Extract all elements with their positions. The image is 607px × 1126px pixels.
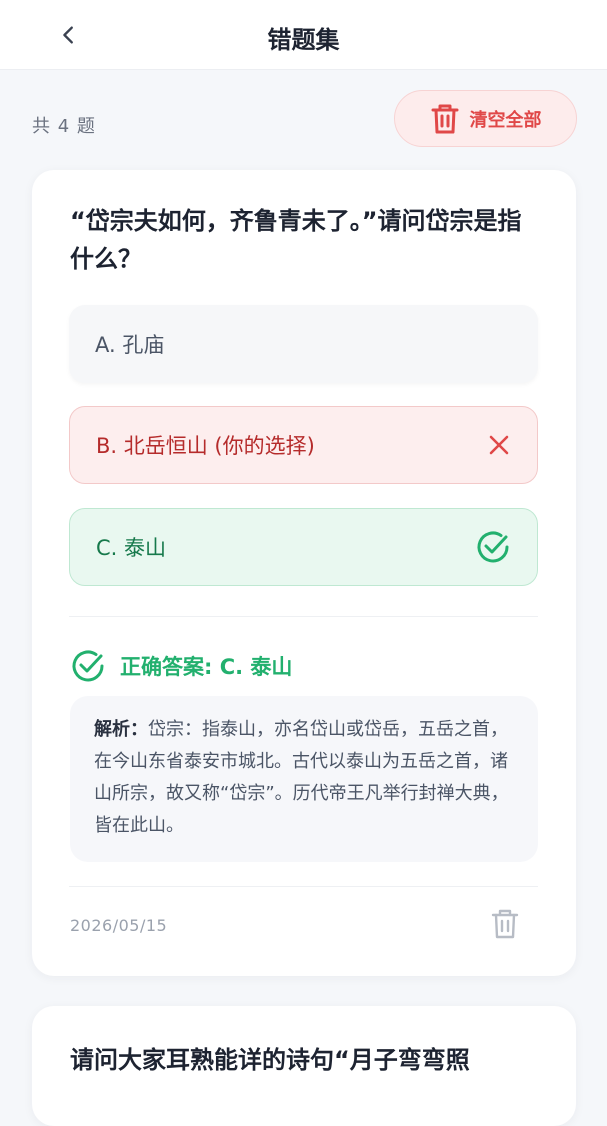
delete-button[interactable] xyxy=(490,908,520,940)
option-b-wrong[interactable]: B. 北岳恒山 (你的选择) xyxy=(69,406,538,484)
close-icon xyxy=(489,435,509,455)
analysis-text: 岱宗：指泰山，亦名岱山或岱岳，五岳之首，在今山东省泰安市城北。古代以泰山为五岳之… xyxy=(94,719,509,836)
trash-icon xyxy=(431,104,458,133)
analysis-heading: 解析： xyxy=(94,719,148,740)
page-title: 错题集 xyxy=(267,26,340,54)
question-count: 共 4 题 xyxy=(32,116,96,137)
check-circle-icon xyxy=(477,531,509,563)
option-label: C. 泰山 xyxy=(96,536,167,560)
divider xyxy=(69,616,538,617)
clear-all-button[interactable]: 清空全部 xyxy=(394,90,577,147)
option-label: A. 孔庙 xyxy=(95,333,165,357)
top-bar: 错题集 xyxy=(0,0,607,70)
option-a[interactable]: A. 孔庙 xyxy=(69,305,538,383)
date-label: 2026/05/15 xyxy=(70,916,168,935)
mistake-card: “岱宗夫如何，齐鲁青未了。”请问岱宗是指什么？ A. 孔庙 B. 北岳恒山 (你… xyxy=(32,170,576,976)
analysis-box: 解析：岱宗：指泰山，亦名岱山或岱岳，五岳之首，在今山东省泰安市城北。古代以泰山为… xyxy=(70,696,538,862)
check-circle-icon xyxy=(72,650,104,682)
option-label: B. 北岳恒山 (你的选择) xyxy=(96,434,315,458)
correct-answer-text: 正确答案: C. 泰山 xyxy=(120,655,293,679)
clear-all-label: 清空全部 xyxy=(469,109,542,131)
divider xyxy=(69,886,538,887)
mistake-card: 请问大家耳熟能详的诗句“月子弯弯照 xyxy=(32,1006,576,1126)
question-text: 请问大家耳熟能详的诗句“月子弯弯照 xyxy=(70,1046,470,1074)
correct-answer-row: 正确答案: C. 泰山 xyxy=(70,648,292,684)
question-text: “岱宗夫如何，齐鲁青未了。”请问岱宗是指什么？ xyxy=(70,207,522,273)
option-c-correct[interactable]: C. 泰山 xyxy=(69,508,538,586)
trash-icon xyxy=(491,909,519,939)
